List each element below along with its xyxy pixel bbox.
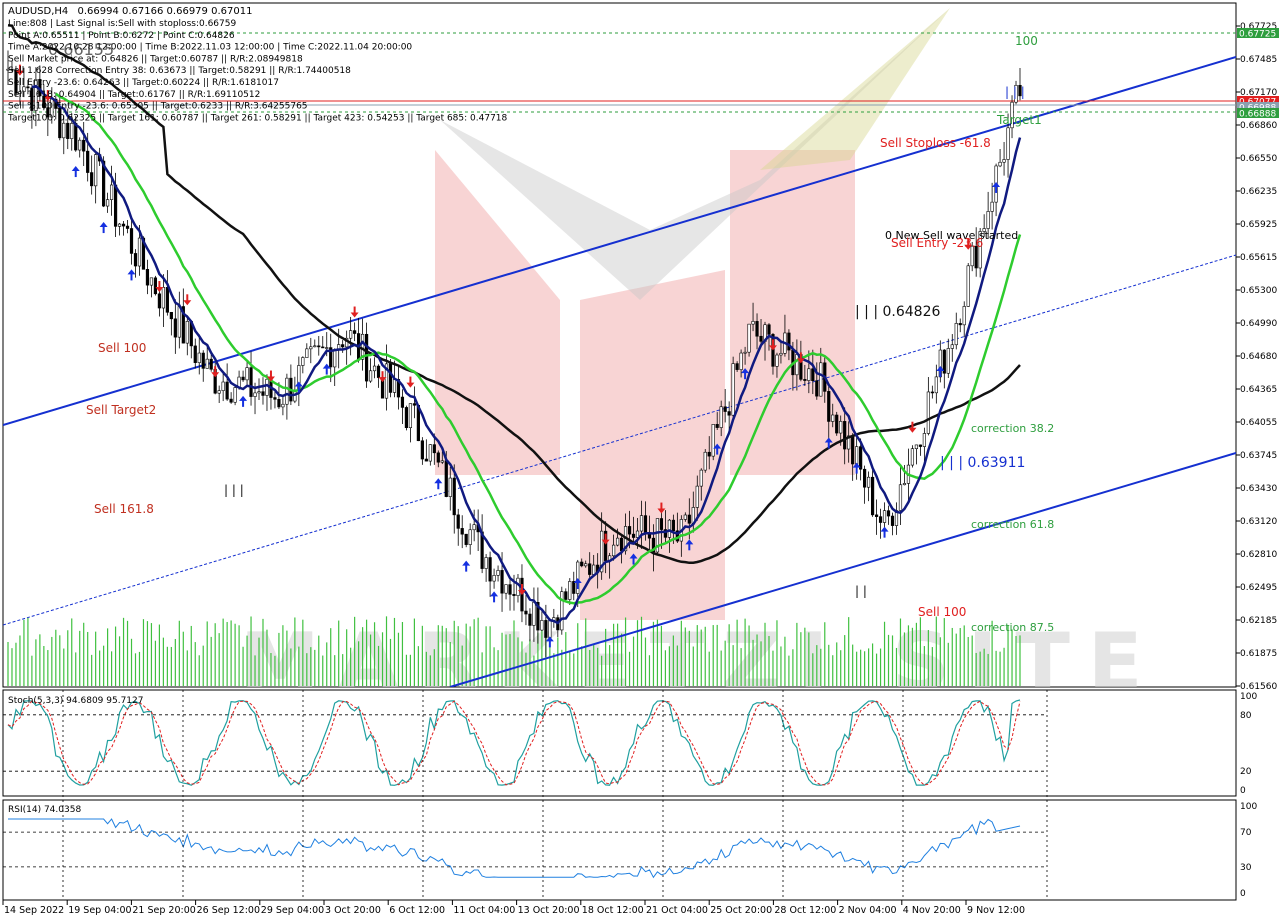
tick-marks-b: | |	[855, 584, 867, 598]
price-tick: 0.63120	[1240, 517, 1277, 527]
candle	[404, 405, 409, 431]
stoch-level: 80	[1240, 711, 1252, 721]
price-tick: 0.66235	[1240, 187, 1277, 197]
sell-stoploss-label: Sell Stoploss -61.8	[880, 136, 991, 150]
sell-161-label: Sell 161.8	[94, 502, 154, 516]
price-tick: 0.62495	[1240, 583, 1277, 593]
price-axis[interactable]: 0.677250.674850.671700.668600.665500.662…	[1236, 22, 1277, 692]
price-tick: 0.61875	[1240, 649, 1277, 659]
time-tick: 26 Sep 12:00	[197, 905, 260, 916]
time-tick: 13 Oct 20:00	[518, 905, 580, 916]
price-tick: 0.67485	[1240, 55, 1277, 65]
price-tick: 0.64365	[1240, 385, 1277, 395]
price-tick: 0.62810	[1240, 550, 1277, 560]
candle	[153, 275, 158, 296]
price-tick: 0.64055	[1240, 418, 1277, 428]
price-highlights: 0.677250.670770.669880.66888	[1237, 28, 1279, 120]
stoch-level: 0	[1240, 786, 1246, 796]
rsi-level: 30	[1240, 863, 1252, 873]
price-highlight-label: 0.66888	[1239, 110, 1276, 120]
time-axis[interactable]: 14 Sep 2022 19 Sep 04:00 21 Sep 20:00 26 Se…	[2, 900, 1025, 916]
time-tick: 9 Nov 12:00	[967, 905, 1025, 916]
sell-target2-label: Sell Target2	[86, 403, 156, 417]
time-tick: 4 Nov 20:00	[903, 905, 961, 916]
price-tick: 0.65300	[1240, 286, 1277, 296]
price-tick: 0.65925	[1240, 220, 1277, 230]
price-c-label: | | | 0.64826	[855, 304, 940, 320]
price-tick: 0.64680	[1240, 352, 1277, 362]
time-tick: 3 Oct 20:00	[325, 905, 381, 916]
time-tick: 11 Oct 04:00	[453, 905, 515, 916]
time-tick: 25 Oct 20:00	[710, 905, 772, 916]
stoch-panel	[2, 689, 1237, 797]
time-tick: 28 Oct 12:00	[774, 905, 836, 916]
candle	[731, 356, 735, 422]
sell-100-bottom-label: Sell 100	[918, 605, 966, 619]
stoch-label: Stoch(5,3,3) 94.6809 95.7127	[8, 696, 143, 706]
candle	[560, 586, 564, 635]
sell-100-left-label: Sell 100	[98, 341, 146, 355]
rsi-level: 0	[1240, 889, 1246, 899]
stoch-level: 20	[1240, 767, 1252, 777]
info-line: Sell 1.618: 0.64904 || Target:0.61767 ||…	[8, 90, 260, 100]
level-100-top: 100	[1015, 34, 1038, 48]
info-line: Line:808 | Last Signal is:Sell with stop…	[8, 19, 236, 29]
price-tick: 0.62185	[1240, 616, 1277, 626]
info-line: Sell Entry -23.6: 0.64263 || Target:0.60…	[8, 78, 279, 88]
time-tick: 2 Nov 04:00	[839, 905, 897, 916]
info-line: Point A:0.65511 | Point B:0.6272 | Point…	[8, 31, 235, 41]
info-line: Target100: 0.62325 || Target 161: 0.6078…	[7, 113, 508, 123]
rsi-label: RSI(14) 74.0358	[8, 805, 81, 815]
candle	[835, 411, 839, 436]
time-tick: 21 Oct 04:00	[646, 905, 708, 916]
rsi-level: 70	[1240, 828, 1252, 838]
price-tick: 0.63430	[1240, 484, 1277, 494]
ohlc-label: 0.66994 0.67166 0.66979 0.67011	[77, 6, 252, 17]
candle	[966, 262, 970, 307]
price-tick: 0.63745	[1240, 451, 1277, 461]
tick-marks-a: | | |	[224, 483, 244, 497]
candle	[711, 424, 715, 461]
svg-text:AUDUSD,H4 0.66994 0.6716: AUDUSD,H4 0.66994 0.67166 0.66979 0.6701…	[8, 6, 252, 17]
price-tick: 0.65615	[1240, 253, 1277, 263]
candle	[747, 323, 751, 357]
rsi-level: 100	[1240, 802, 1257, 812]
trading-chart[interactable]: MARKETZI SITE AUDUSD,H4 0.66994 0.67166 …	[0, 0, 1280, 920]
price-tick: 0.66550	[1240, 154, 1277, 164]
symbol-label: AUDUSD,H4	[8, 6, 68, 17]
target1-label: Target1	[996, 113, 1042, 127]
time-tick: 18 Oct 12:00	[582, 905, 644, 916]
overlay-price: 0.66155	[48, 40, 114, 59]
candle	[388, 358, 393, 398]
sell-entry-label: Sell Entry -23.6	[891, 236, 983, 250]
price-highlight-label: 0.67725	[1239, 30, 1276, 40]
correction-618-label: correction 61.8	[971, 518, 1054, 531]
price-tick: 0.61560	[1240, 682, 1277, 692]
time-tick: 21 Sep 20:00	[132, 905, 195, 916]
price-tick: 0.64990	[1240, 319, 1277, 329]
rsi-panel	[2, 799, 1237, 901]
time-tick: 14 Sep 2022	[4, 905, 64, 916]
price-low-label: | | | 0.63911	[940, 455, 1025, 471]
time-tick: 29 Sep 04:00	[261, 905, 324, 916]
correction-382-label: correction 38.2	[971, 422, 1054, 435]
correction-875-label: correction 87.5	[971, 621, 1054, 634]
candle	[910, 445, 915, 468]
time-tick: 6 Oct 12:00	[389, 905, 445, 916]
stoch-level: 100	[1240, 692, 1257, 702]
candle	[233, 384, 237, 406]
info-line: Sell 1.628 Correction Entry 38: 0.63673 …	[8, 66, 351, 76]
time-tick: 19 Sep 04:00	[68, 905, 131, 916]
info-line: Sell %100 Entry -23.6: 0.65305 || Target…	[8, 102, 308, 112]
candle	[703, 449, 707, 473]
price-tick: 0.66860	[1240, 121, 1277, 131]
tick-marks-c: | | |	[1005, 85, 1025, 99]
